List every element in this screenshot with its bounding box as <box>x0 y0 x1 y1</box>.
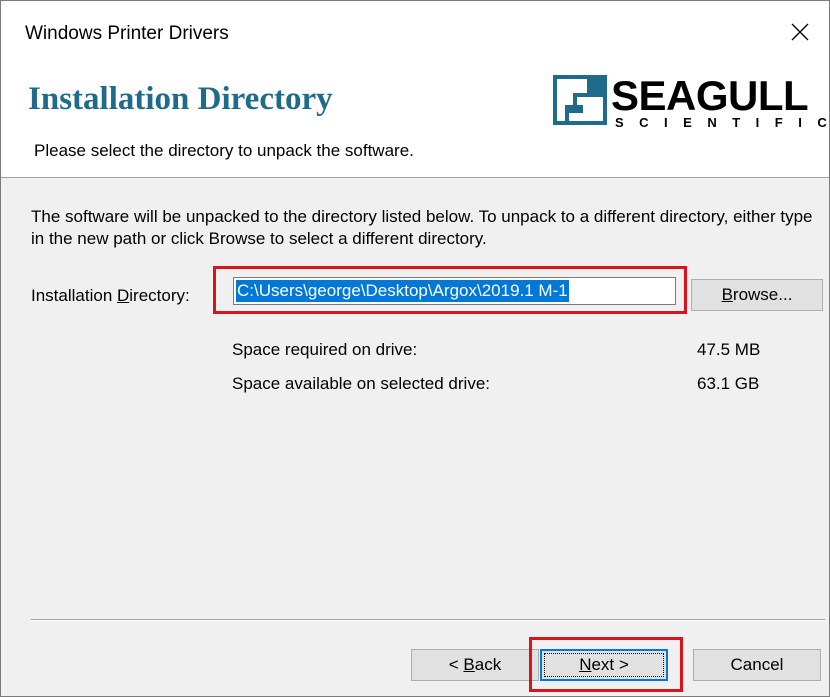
logo-subtext: SCIENTIFIC <box>615 115 830 130</box>
page-subtitle: Please select the directory to unpack th… <box>34 141 414 160</box>
close-icon <box>791 23 809 41</box>
installer-window: Windows Printer Drivers Installation Dir… <box>0 0 830 697</box>
logo-wordmark: SEAGULL <box>611 72 809 119</box>
space-available-label: Space available on selected drive: <box>232 374 490 393</box>
wizard-body: The software will be unpacked to the dir… <box>1 178 829 696</box>
space-available-value: 63.1 GB <box>697 374 760 393</box>
footer-divider <box>31 619 825 621</box>
title-bar: Windows Printer Drivers <box>1 1 829 61</box>
directory-label: Installation Directory: <box>31 286 190 305</box>
seagull-logo-mark <box>553 75 607 125</box>
directory-input[interactable]: C:\Users\george\Desktop\Argox\2019.1 M-1 <box>233 277 676 305</box>
browse-button[interactable]: Browse... <box>691 279 823 311</box>
back-button[interactable]: < Back <box>411 649 539 681</box>
page-title: Installation Directory <box>28 81 333 117</box>
directory-input-value: C:\Users\george\Desktop\Argox\2019.1 M-1 <box>236 280 569 302</box>
space-required-value: 47.5 MB <box>697 340 761 359</box>
description-text: The software will be unpacked to the dir… <box>31 207 813 248</box>
space-required-label: Space required on drive: <box>232 340 418 359</box>
window-title: Windows Printer Drivers <box>25 23 229 44</box>
cancel-button[interactable]: Cancel <box>693 649 821 681</box>
highlight-box-next <box>529 637 683 692</box>
close-button[interactable] <box>779 7 829 53</box>
wizard-header: Installation Directory Please select the… <box>1 61 829 178</box>
seagull-logo: SEAGULL SCIENTIFIC <box>553 72 830 130</box>
